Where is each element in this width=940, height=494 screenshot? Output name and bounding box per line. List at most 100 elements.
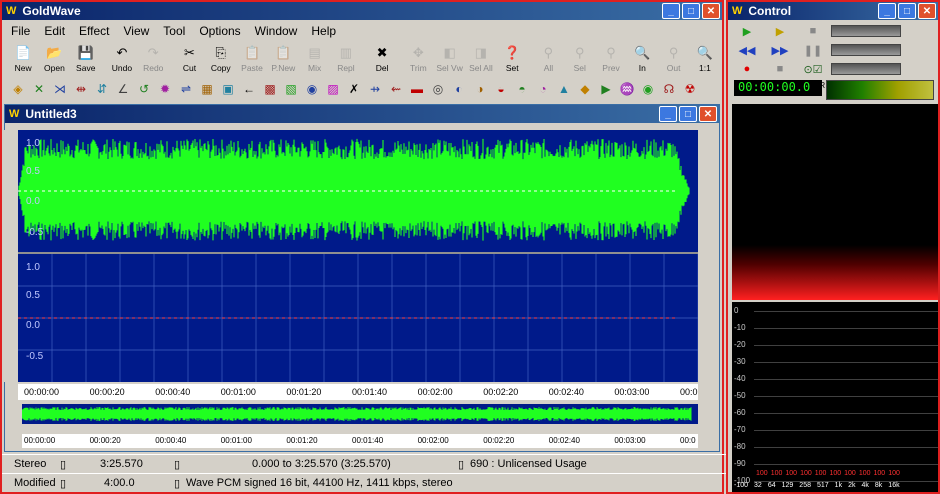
play-selection-icon[interactable]: ▶: [765, 23, 795, 39]
effect-10-icon[interactable]: ▦: [197, 79, 217, 99]
menu-file[interactable]: File: [4, 24, 37, 38]
rewind-icon[interactable]: ◀◀: [732, 42, 762, 58]
toolbar-new-button[interactable]: 📄 New: [8, 42, 38, 76]
effect-14-icon[interactable]: ▧: [281, 79, 301, 99]
effect-20-icon[interactable]: ▬: [407, 79, 427, 99]
doc-maximize-button[interactable]: □: [679, 106, 697, 122]
control-maximize-button[interactable]: □: [898, 3, 916, 19]
effect-29-icon[interactable]: ▶: [596, 79, 616, 99]
record-icon[interactable]: ●: [732, 61, 762, 77]
effect-9-icon[interactable]: ⇌: [176, 79, 196, 99]
record-stop-icon[interactable]: ■: [765, 61, 795, 77]
effect-33-icon[interactable]: ☢: [680, 79, 700, 99]
toolbar-zoom-out-button[interactable]: ⚲ Out: [658, 42, 688, 76]
toolbar-select-view-button[interactable]: ◧ Sel Vw: [434, 42, 464, 76]
overview-waveform[interactable]: [21, 404, 698, 424]
effect-24-icon[interactable]: ◒: [491, 79, 511, 99]
main-titlebar[interactable]: W GoldWave _ □ ✕: [2, 2, 722, 20]
effect-26-icon[interactable]: ◔: [533, 79, 553, 99]
effect-2-icon[interactable]: ✕: [29, 79, 49, 99]
effect-18-icon[interactable]: ⇸: [365, 79, 385, 99]
menu-help[interactable]: Help: [304, 24, 343, 38]
doc-minimize-button[interactable]: _: [659, 106, 677, 122]
control-close-button[interactable]: ✕: [918, 3, 936, 19]
toolbar-set-button[interactable]: ❓ Set: [497, 42, 527, 76]
effect-1-icon[interactable]: ◈: [8, 79, 28, 99]
volume-slider[interactable]: [831, 25, 901, 37]
paste-icon: 📋: [243, 45, 261, 60]
toolbar-zoom-in-button[interactable]: 🔍 In: [627, 42, 657, 76]
toolbar-cut-button[interactable]: ✂ Cut: [174, 42, 204, 76]
toolbar-mix-button[interactable]: ▤ Mix: [299, 42, 329, 76]
doc-close-button[interactable]: ✕: [699, 106, 717, 122]
menu-tool[interactable]: Tool: [156, 24, 192, 38]
eq-db-label: -60: [734, 408, 746, 417]
menu-bar: File Edit Effect View Tool Options Window Help: [4, 22, 720, 40]
effect-8-icon[interactable]: ✹: [155, 79, 175, 99]
toolbar-zoom-all-button[interactable]: ⚲ All: [533, 42, 563, 76]
effect-31-icon[interactable]: ◉: [638, 79, 658, 99]
pause-icon[interactable]: ❚❚: [798, 42, 828, 58]
toolbar-open-button[interactable]: 📂 Open: [39, 42, 69, 76]
menu-effect[interactable]: Effect: [72, 24, 116, 38]
toolbar-zoom-1to1-button[interactable]: 🔍 1:1: [690, 42, 720, 76]
toolbar-delete-button[interactable]: ✖ Del: [367, 42, 397, 76]
play-icon[interactable]: ▶: [732, 23, 762, 39]
effect-13-icon[interactable]: ▩: [260, 79, 280, 99]
waveform-view[interactable]: [18, 130, 699, 382]
menu-options[interactable]: Options: [192, 24, 247, 38]
toolbar-zoom-sel-button[interactable]: ⚲ Sel: [565, 42, 595, 76]
effect-15-icon[interactable]: ◉: [302, 79, 322, 99]
trim-icon: ✥: [412, 45, 424, 60]
document-titlebar[interactable]: W Untitled3 _ □ ✕: [5, 105, 719, 123]
effect-27-icon[interactable]: ▲: [554, 79, 574, 99]
effect-28-icon[interactable]: ◆: [575, 79, 595, 99]
balance-slider[interactable]: [831, 44, 901, 56]
effect-25-icon[interactable]: ◓: [512, 79, 532, 99]
toolbar-label: Paste: [241, 63, 263, 73]
minimize-button[interactable]: _: [662, 3, 680, 19]
effect-3-icon[interactable]: ⋊: [50, 79, 70, 99]
toolbar-copy-button[interactable]: ⎘ Copy: [206, 42, 236, 76]
effect-4-icon[interactable]: ⇹: [71, 79, 91, 99]
settings-icon[interactable]: ⊙☑: [798, 61, 828, 77]
eq-db-label: -90: [734, 459, 746, 468]
toolbar-redo-button[interactable]: ↷ Redo: [138, 42, 168, 76]
effect-22-icon[interactable]: ◐: [449, 79, 469, 99]
maximize-button[interactable]: □: [682, 3, 700, 19]
toolbar-trim-button[interactable]: ✥ Trim: [403, 42, 433, 76]
effect-19-icon[interactable]: ⇜: [386, 79, 406, 99]
toolbar-save-button[interactable]: 💾 Save: [71, 42, 101, 76]
timeline-ruler[interactable]: 00:00:00 00:00:20 00:00:40 00:01:00 00:01:20…: [18, 384, 698, 400]
effect-12-icon[interactable]: ←: [239, 79, 259, 99]
effect-32-icon[interactable]: ☊: [659, 79, 679, 99]
effect-17-icon[interactable]: ✗: [344, 79, 364, 99]
fast-forward-icon[interactable]: ▶▶: [765, 42, 795, 58]
effect-23-icon[interactable]: ◑: [470, 79, 490, 99]
toolbar-paste-new-button[interactable]: 📋 P.New: [268, 42, 298, 76]
overview-tick: 00:00:40: [155, 436, 187, 445]
effect-5-icon[interactable]: ⇵: [92, 79, 112, 99]
control-minimize-button[interactable]: _: [878, 3, 896, 19]
effect-6-icon[interactable]: ∠: [113, 79, 133, 99]
toolbar-undo-button[interactable]: ↶ Undo: [107, 42, 137, 76]
menu-edit[interactable]: Edit: [37, 24, 72, 38]
control-titlebar[interactable]: W Control _ □ ✕: [728, 2, 938, 20]
toolbar-zoom-prev-button[interactable]: ⚲ Prev: [596, 42, 626, 76]
toolbar-label: All: [543, 63, 554, 73]
effect-30-icon[interactable]: ♒: [617, 79, 637, 99]
stop-icon[interactable]: ■: [798, 23, 828, 39]
toolbar-paste-button[interactable]: 📋 Paste: [237, 42, 267, 76]
open-icon: 📂: [46, 45, 63, 60]
toolbar-replace-button[interactable]: ▥ Repl: [331, 42, 361, 76]
toolbar-select-all-button[interactable]: ◨ Sel All: [466, 42, 496, 76]
menu-window[interactable]: Window: [248, 24, 305, 38]
speed-slider[interactable]: [831, 63, 901, 75]
menu-view[interactable]: View: [117, 24, 157, 38]
effect-21-icon[interactable]: ◎: [428, 79, 448, 99]
overview-tick: 00:01:40: [352, 436, 384, 445]
close-button[interactable]: ✕: [702, 3, 720, 19]
effect-16-icon[interactable]: ▨: [323, 79, 343, 99]
effect-7-icon[interactable]: ↺: [134, 79, 154, 99]
effect-11-icon[interactable]: ▣: [218, 79, 238, 99]
